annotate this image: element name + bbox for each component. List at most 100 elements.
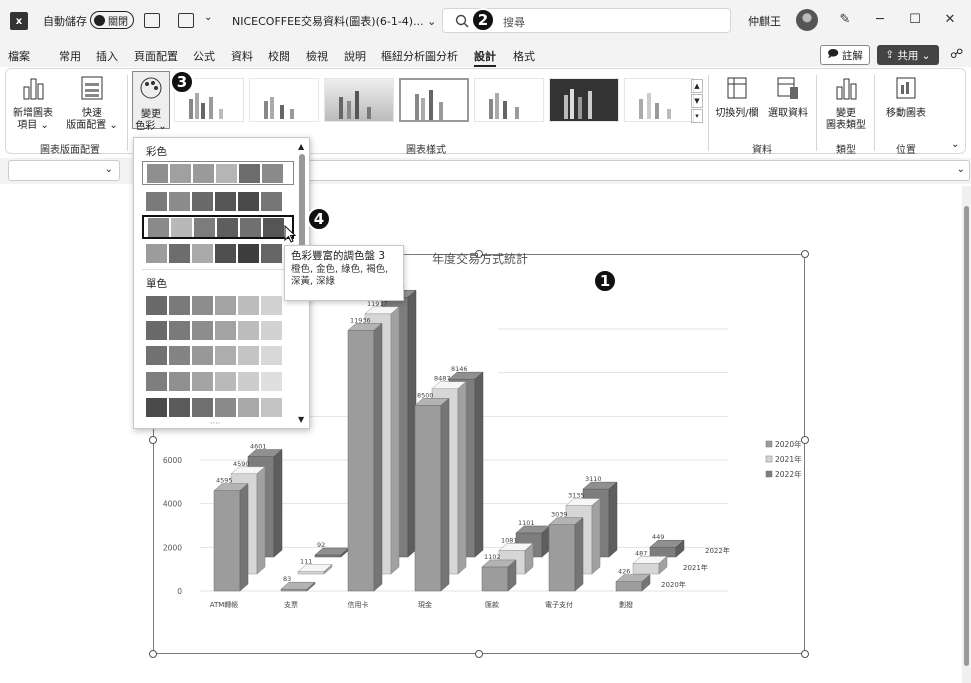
select-data-button[interactable]: 選取資料 — [764, 75, 812, 120]
scrollbar-thumb[interactable] — [964, 206, 969, 666]
scroll-down-icon[interactable]: ▼ — [298, 415, 304, 424]
menu-review[interactable]: 校閱 — [268, 48, 290, 64]
data-label: 3039 — [551, 511, 568, 519]
menu-help[interactable]: 說明 — [344, 48, 366, 64]
swatch — [263, 217, 284, 237]
swatch — [169, 243, 190, 263]
form-icon[interactable] — [178, 13, 194, 28]
menu-file[interactable]: 檔案 — [8, 48, 30, 64]
select-data-icon — [777, 77, 798, 99]
maximize-icon[interactable]: ☐ — [905, 10, 925, 30]
switch-row-column-label: 切換列/欄 — [715, 108, 759, 119]
copilot-icon[interactable]: ☍ — [950, 47, 963, 62]
legend-swatch — [765, 470, 773, 478]
move-chart-button[interactable]: 移動圖表 — [878, 75, 934, 120]
menu-data[interactable]: 資料 — [231, 48, 253, 64]
colorful-palette-4[interactable] — [142, 241, 294, 265]
autosave-label: 自動儲存 — [43, 15, 87, 28]
chart-styles-group-label: 圖表樣式 — [406, 145, 446, 156]
expand-formula-icon[interactable]: ⌄ — [957, 164, 965, 175]
change-colors-button[interactable]: 變更 色彩 ⌄ — [132, 71, 170, 132]
x-tick-label: 劃撥 — [619, 600, 633, 609]
avatar[interactable] — [796, 9, 818, 31]
swatch — [261, 345, 282, 365]
colorful-palette-2[interactable] — [142, 189, 294, 213]
chart-style-6[interactable] — [549, 78, 619, 122]
menu-home[interactable]: 常用 — [59, 48, 81, 64]
move-chart-label: 移動圖表 — [886, 108, 926, 119]
comments-label: 註解 — [841, 49, 863, 62]
pen-icon[interactable]: ✎ — [835, 10, 855, 30]
search-placeholder: 搜尋 — [503, 16, 525, 29]
change-chart-type-label: 變更 圖表類型 — [826, 108, 866, 131]
collapse-ribbon-icon[interactable]: ⌄ — [951, 139, 959, 150]
menu-view[interactable]: 檢視 — [306, 48, 328, 64]
formula-input[interactable]: ⌄ — [300, 160, 970, 181]
bar-side — [440, 397, 450, 592]
styles-scroll-up-icon[interactable]: ▲ — [691, 79, 703, 93]
bar — [280, 588, 308, 592]
mono-palette-4[interactable] — [142, 369, 294, 393]
gallery-resize-grip[interactable]: ···· — [210, 419, 220, 428]
chart-style-4[interactable] — [399, 78, 469, 122]
quick-layout-button[interactable]: 快速 版面配置 ⌄ — [62, 75, 122, 132]
minimize-icon[interactable]: ─ — [870, 10, 890, 30]
colorful-palette-3[interactable] — [142, 215, 294, 239]
add-chart-element-button[interactable]: 新增圖表 項目 ⌄ — [12, 75, 54, 132]
chart-style-2[interactable] — [249, 78, 319, 122]
step-badge-1: 1 — [593, 269, 617, 293]
swatch — [169, 191, 190, 211]
autosave-toggle[interactable]: 關閉 — [90, 11, 134, 29]
switch-row-column-button[interactable]: 切換列/欄 — [712, 75, 762, 120]
menu-pivotchart-analyze[interactable]: 樞紐分析圖分析 — [381, 48, 458, 64]
name-box[interactable]: ⌄ — [8, 160, 120, 181]
menu-formulas[interactable]: 公式 — [193, 48, 215, 64]
swatch — [261, 397, 282, 417]
bar — [632, 563, 660, 575]
save-icon[interactable] — [144, 13, 160, 28]
close-icon[interactable]: ✕ — [940, 10, 960, 30]
swatch — [171, 217, 192, 237]
swatch — [146, 345, 167, 365]
data-label: 487 — [635, 549, 647, 557]
change-colors-label: 變更 色彩 ⌄ — [135, 109, 167, 132]
swatch — [192, 345, 213, 365]
swatch — [261, 295, 282, 315]
tooltip-title: 色彩豐富的調色盤 3 — [291, 250, 386, 262]
document-title[interactable]: NICECOFFEE交易資料(圖表)(6-1-4)... ⌄ — [232, 13, 436, 29]
swatch — [238, 191, 259, 211]
user-name[interactable]: 仲麒王 — [748, 13, 781, 29]
chart-style-7[interactable] — [624, 78, 694, 122]
bar — [213, 490, 241, 592]
menu-design[interactable]: 設計 — [474, 48, 496, 67]
scroll-up-icon[interactable]: ▲ — [298, 142, 304, 151]
mono-palette-1[interactable] — [142, 293, 294, 317]
customize-quick-access-icon[interactable]: ⌄ — [204, 12, 212, 23]
mono-palette-5[interactable] — [142, 395, 294, 419]
colorful-palette-1[interactable] — [142, 161, 294, 185]
bar-side — [608, 481, 618, 558]
styles-scroll-down-icon[interactable]: ▼ — [691, 94, 703, 108]
tooltip-description: 橙色, 金色, 綠色, 褐色, 深黃, 深綠 — [291, 264, 389, 287]
swatch — [261, 243, 282, 263]
name-box-dropdown-icon[interactable]: ⌄ — [105, 164, 113, 175]
change-chart-type-button[interactable]: 變更 圖表類型 — [820, 75, 872, 132]
vertical-scrollbar[interactable] — [962, 186, 971, 683]
palette-icon — [140, 77, 162, 99]
styles-more-icon[interactable]: ▾ — [691, 109, 703, 123]
data-label: 83 — [283, 575, 291, 583]
menu-insert[interactable]: 插入 — [96, 48, 118, 64]
share-button[interactable]: ⇪ 共用 ⌄ — [877, 45, 939, 65]
comments-button[interactable]: 🗩 註解 — [820, 45, 870, 65]
menu-format[interactable]: 格式 — [513, 48, 535, 64]
legend-swatch — [765, 440, 773, 448]
divider — [816, 75, 817, 151]
series-axis-label: 2020年 — [661, 580, 686, 589]
menu-page-layout[interactable]: 頁面配置 — [134, 48, 178, 64]
bar — [481, 566, 509, 592]
mono-palette-3[interactable] — [142, 343, 294, 367]
bar — [615, 581, 643, 592]
chart-style-3[interactable] — [324, 78, 394, 122]
chart-style-5[interactable] — [474, 78, 544, 122]
mono-palette-2[interactable] — [142, 318, 294, 342]
